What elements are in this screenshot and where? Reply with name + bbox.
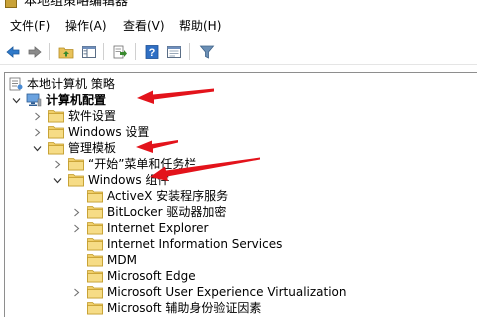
back-icon[interactable]	[4, 43, 21, 60]
folder-icon	[87, 238, 103, 251]
tree-component-label: Microsoft User Experience Virtualization	[107, 285, 347, 299]
folder-icon	[87, 286, 103, 299]
forward-icon[interactable]	[26, 43, 43, 60]
tree-start-menu-label: “开始”菜单和任务栏	[88, 157, 197, 171]
folder-icon	[48, 110, 64, 123]
tree-software-settings-label: 软件设置	[68, 109, 117, 123]
tree-node-computer-config[interactable]: 计算机配置	[10, 92, 106, 108]
tree-component-label: Microsoft 辅助身份验证因素	[107, 301, 262, 315]
chevron-down-icon[interactable]	[51, 174, 63, 186]
window-title: 本地组策略编辑器	[24, 0, 129, 9]
toolbar-separator	[189, 43, 190, 60]
folder-icon	[87, 270, 103, 283]
toolbar-divider	[0, 64, 477, 65]
filter-icon[interactable]	[198, 43, 215, 60]
toolbar-separator	[49, 43, 50, 60]
folder-icon	[48, 142, 64, 155]
chevron-right-icon[interactable]	[70, 286, 82, 298]
tree-component-label: Internet Explorer	[107, 221, 209, 235]
chevron-right-icon[interactable]	[70, 222, 82, 234]
folder-icon	[68, 174, 84, 187]
folder-icon	[87, 254, 103, 267]
menu-view[interactable]: 查看(V)	[121, 18, 167, 34]
tree-admin-templates-label: 管理模板	[68, 141, 117, 155]
tree-node-start-menu[interactable]: “开始”菜单和任务栏	[51, 156, 196, 172]
chevron-right-icon[interactable]	[31, 126, 43, 138]
menu-bar: 文件(F) 操作(A) 查看(V) 帮助(H)	[0, 13, 477, 39]
toolbar-separator	[103, 43, 104, 60]
tree-node-component[interactable]: ActiveX 安装程序服务	[70, 188, 228, 204]
tree-computer-config-label: 计算机配置	[46, 93, 107, 107]
tree-node-component[interactable]: BitLocker 驱动器加密	[70, 204, 226, 220]
tree-component-label: Internet Information Services	[107, 237, 283, 251]
chevron-down-icon[interactable]	[10, 94, 22, 106]
menu-action[interactable]: 操作(A)	[63, 18, 109, 34]
chevron-right-icon[interactable]	[70, 206, 82, 218]
chevron-right-icon[interactable]	[51, 158, 63, 170]
tree-node-component[interactable]: Internet Information Services	[70, 236, 282, 252]
policy-editor-icon	[5, 0, 17, 8]
tree-pane: 本地计算机 策略 计算机配置 软件设置 Windows 设置 管理模板 “开始”…	[4, 72, 477, 317]
folder-icon	[87, 206, 103, 219]
tree-node-component[interactable]: Microsoft 辅助身份验证因素	[70, 300, 261, 316]
chevron-right-icon[interactable]	[31, 110, 43, 122]
toolbar: ?	[0, 39, 477, 64]
tree-component-label: Microsoft Edge	[107, 269, 196, 283]
help-icon[interactable]: ?	[143, 43, 160, 60]
folder-icon	[87, 302, 103, 315]
export-list-icon[interactable]	[111, 43, 128, 60]
up-folder-icon[interactable]	[57, 43, 74, 60]
tree-root-label: 本地计算机 策略	[27, 77, 115, 91]
tree-node-component[interactable]: Internet Explorer	[70, 220, 208, 236]
folder-icon	[48, 126, 64, 139]
computer-icon	[26, 93, 42, 107]
folder-icon	[87, 190, 103, 203]
svg-text:?: ?	[148, 47, 155, 59]
tree-component-label: MDM	[107, 253, 137, 267]
tree-node-root[interactable]: 本地计算机 策略	[8, 76, 115, 92]
toolbar-separator	[135, 43, 136, 60]
policy-document-icon	[9, 77, 23, 91]
title-bar: 本地组策略编辑器	[0, 0, 477, 13]
tree-node-component[interactable]: MDM	[70, 252, 137, 268]
folder-icon	[68, 158, 84, 171]
menu-file[interactable]: 文件(F)	[8, 18, 52, 34]
tree-node-windows-settings[interactable]: Windows 设置	[31, 124, 149, 140]
tree-node-software-settings[interactable]: 软件设置	[31, 108, 116, 124]
tree-node-component[interactable]: Microsoft User Experience Virtualization	[70, 284, 347, 300]
tree-component-label: BitLocker 驱动器加密	[107, 205, 227, 219]
tree-node-component[interactable]: Microsoft Edge	[70, 268, 196, 284]
menu-help[interactable]: 帮助(H)	[177, 18, 223, 34]
properties-icon[interactable]	[165, 43, 182, 60]
tree-windows-settings-label: Windows 设置	[68, 125, 150, 139]
tree-node-windows-components[interactable]: Windows 组件	[51, 172, 169, 188]
folder-icon	[87, 222, 103, 235]
tree-component-label: ActiveX 安装程序服务	[107, 189, 229, 203]
tree-windows-components-label: Windows 组件	[88, 173, 170, 187]
chevron-down-icon[interactable]	[31, 142, 43, 154]
show-hide-tree-icon[interactable]	[80, 43, 97, 60]
tree-node-admin-templates[interactable]: 管理模板	[31, 140, 116, 156]
